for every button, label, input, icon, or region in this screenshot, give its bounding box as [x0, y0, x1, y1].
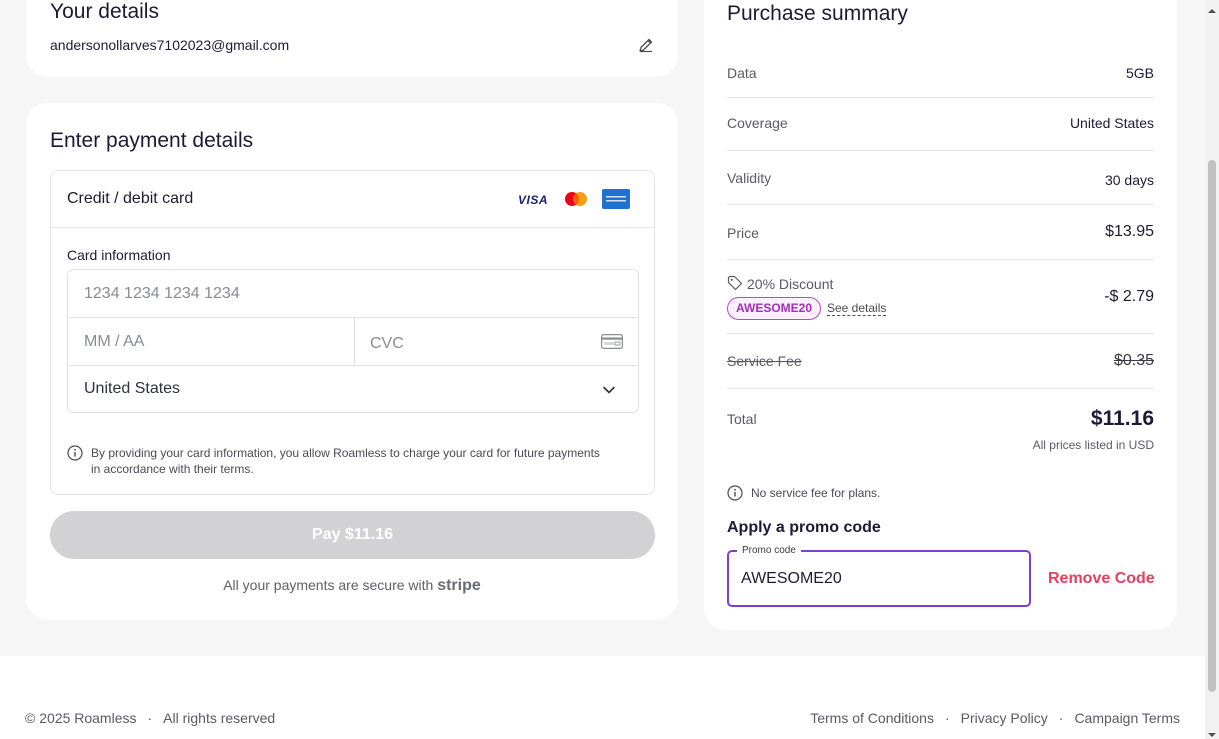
scrollbar-thumb[interactable] [1208, 160, 1216, 692]
expiry-input[interactable] [84, 330, 334, 354]
tag-icon [727, 275, 743, 291]
country-select[interactable]: United States [68, 366, 638, 412]
promo-code-title: Apply a promo code [727, 519, 881, 536]
summary-value: $13.95 [1105, 223, 1154, 240]
card-fields-group: United States [67, 269, 639, 413]
promo-code-badge: AWESOME20 [727, 297, 822, 320]
footer-separator: · [1058, 710, 1064, 726]
summary-value: 30 days [1104, 172, 1154, 188]
secure-payment-note: All your payments are secure with stripe [26, 577, 678, 595]
stripe-logo: stripe [437, 577, 481, 594]
details-card: Your details andersonollarves7102023@gma… [26, 0, 678, 77]
summary-label: Price [727, 225, 759, 241]
footer: © 2025 Roamless · All rights reserved Term… [0, 656, 1205, 739]
summary-value: 5GB [1125, 65, 1154, 81]
amex-logo-icon [602, 189, 630, 209]
cvc-input[interactable] [370, 332, 570, 356]
footer-link-privacy[interactable]: Privacy Policy [961, 710, 1048, 726]
payment-method-label: Credit / debit card [67, 190, 194, 207]
card-number-row [68, 270, 638, 318]
cvc-card-icon [601, 334, 623, 350]
promo-code-input[interactable] [741, 568, 1011, 590]
summary-row-coverage: Coverage United States [727, 98, 1154, 151]
country-value: United States [84, 380, 181, 397]
edit-pencil-icon[interactable] [638, 37, 654, 53]
summary-row-price: Price $13.95 [727, 205, 1154, 260]
summary-row-data: Data 5GB [727, 50, 1154, 98]
service-fee-label: Service Fee [727, 353, 802, 369]
service-fee-value: $0.35 [1113, 352, 1154, 369]
scroll-up-arrow-icon[interactable] [1207, 2, 1217, 13]
chevron-down-icon [602, 383, 616, 397]
scroll-down-arrow-icon[interactable] [1207, 726, 1217, 737]
field-divider [354, 318, 355, 366]
payment-title: Enter payment details [50, 129, 254, 152]
summary-title: Purchase summary [727, 2, 908, 25]
card-number-input[interactable] [84, 282, 584, 306]
footer-copyright: © 2025 Roamless · All rights reserved [25, 710, 275, 726]
remove-code-button[interactable]: Remove Code [1048, 570, 1155, 588]
summary-row-validity: Validity 30 days [727, 151, 1154, 205]
secure-text: All your payments are secure with [223, 577, 434, 593]
info-icon [67, 445, 83, 461]
payment-element: Credit / debit card VISA Card informatio… [50, 170, 655, 495]
footer-separator: · [147, 710, 153, 726]
payment-card: Enter payment details Credit / debit car… [26, 103, 678, 620]
details-email: andersonollarves7102023@gmail.com [50, 37, 290, 53]
expiry-cvc-row [68, 318, 638, 366]
summary-label: Data [727, 65, 757, 81]
rights-text: All rights reserved [163, 710, 276, 726]
summary-label: Coverage [727, 115, 788, 131]
discount-value: -$ 2.79 [1104, 288, 1154, 305]
footer-separator: · [944, 710, 950, 726]
total-label: Total [727, 411, 757, 427]
promo-code-field: Promo code [727, 544, 1031, 607]
purchase-summary-card: Purchase summary Data 5GB Coverage Unite… [704, 0, 1177, 630]
summary-row-service-fee: Service Fee $0.35 [727, 334, 1154, 389]
summary-value: United States [1069, 115, 1154, 131]
footer-link-terms[interactable]: Terms of Conditions [810, 710, 934, 726]
no-service-fee-note: No service fee for plans. [751, 486, 881, 500]
card-information-label: Card information [67, 247, 171, 263]
promo-code-field-label: Promo code [737, 544, 801, 558]
footer-link-campaign[interactable]: Campaign Terms [1074, 710, 1180, 726]
pay-button[interactable]: Pay $11.16 [50, 511, 655, 559]
total-value: $11.16 [1090, 407, 1154, 430]
payment-method-tab[interactable]: Credit / debit card VISA [51, 171, 654, 228]
copyright-text: © 2025 Roamless [25, 710, 137, 726]
currency-note: All prices listed in USD [1032, 438, 1154, 452]
summary-label: Validity [727, 170, 772, 186]
info-icon [727, 485, 743, 501]
summary-row-discount: 20% Discount AWESOME20 See details -$ 2.… [727, 260, 1154, 334]
details-title: Your details [50, 0, 159, 23]
mastercard-logo-icon [564, 191, 588, 207]
consent-text: By providing your card information, you … [91, 446, 600, 476]
discount-label: 20% Discount [747, 276, 834, 292]
see-details-link[interactable]: See details [827, 301, 887, 316]
footer-links: Terms of Conditions · Privacy Policy · Campa… [810, 710, 1180, 726]
visa-logo: VISA [518, 193, 549, 207]
